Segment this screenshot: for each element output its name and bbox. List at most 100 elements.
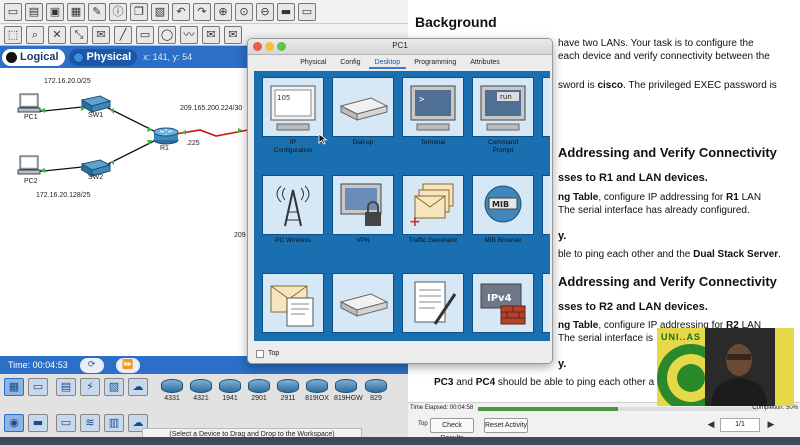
multiuser-category-icon[interactable]: ☁ bbox=[128, 378, 148, 396]
fast-forward-button[interactable]: ⏩ bbox=[115, 357, 140, 373]
step-heading-2: sses to R2 and LAN devices. bbox=[558, 301, 708, 313]
app-web-browser-partial[interactable] bbox=[542, 77, 550, 165]
next-page-icon[interactable]: ▶ bbox=[764, 418, 778, 432]
logical-view-icon bbox=[6, 51, 17, 63]
prev-page-icon[interactable]: ◀ bbox=[704, 418, 718, 432]
device-palette: ▦ ▭ ▤ ⚡ ▧ ☁ ◉ ▬ ▭ ≋ ▥ ☁ 4331 4321 1941 2… bbox=[0, 374, 408, 445]
activity-wizard-icon[interactable]: ✎ bbox=[88, 2, 106, 21]
save-icon[interactable]: ▣ bbox=[46, 2, 64, 21]
tab-logical[interactable]: Logical bbox=[2, 48, 65, 66]
tab-physical-label: Physical bbox=[86, 50, 132, 63]
app-partial-row2[interactable] bbox=[542, 175, 550, 263]
resize-icon[interactable]: ⤡ bbox=[70, 25, 88, 44]
app-partial-row3[interactable] bbox=[542, 273, 550, 341]
tab-config[interactable]: Config bbox=[334, 57, 366, 69]
sw1-label: SW1 bbox=[88, 112, 104, 119]
time-elapsed: Time Elapsed: 00:04:58 bbox=[410, 405, 474, 411]
sw1-device-icon[interactable] bbox=[80, 95, 112, 113]
open-folder-icon[interactable]: ▤ bbox=[25, 2, 43, 21]
pppoe-dialer-icon bbox=[332, 273, 394, 333]
always-on-top-checkbox[interactable] bbox=[256, 350, 264, 358]
app-firewall[interactable]: IPv4 bbox=[472, 273, 534, 341]
app-dial-up[interactable]: Dial-up bbox=[332, 77, 394, 165]
router-model-819iox[interactable]: 819IOX bbox=[305, 379, 329, 402]
app-text-editor[interactable] bbox=[402, 273, 464, 341]
components-category-icon[interactable]: ▤ bbox=[56, 378, 76, 396]
reset-activity-button[interactable]: Reset Activity bbox=[484, 418, 528, 433]
wireless-subcategory-icon[interactable]: ≋ bbox=[80, 414, 100, 432]
custom-device-icon[interactable]: ▭ bbox=[298, 2, 316, 21]
copy-icon[interactable]: ❐ bbox=[130, 2, 148, 21]
network-info-icon[interactable]: ⓘ bbox=[109, 2, 127, 21]
firewall-icon: IPv4 bbox=[472, 273, 534, 333]
pc1-titlebar[interactable]: PC1 bbox=[248, 39, 552, 55]
doc-top-checkbox-label[interactable]: Top bbox=[418, 421, 428, 427]
end-devices-category-icon[interactable]: ▭ bbox=[28, 378, 48, 396]
power-cycle-button[interactable]: ⟳ bbox=[79, 357, 104, 373]
connections-category-icon[interactable]: ⚡ bbox=[80, 378, 100, 396]
svg-text:105: 105 bbox=[277, 94, 290, 102]
tab-programming[interactable]: Programming bbox=[408, 57, 462, 69]
router-model-829[interactable]: 829 bbox=[364, 379, 388, 402]
palette-icon[interactable]: ▬ bbox=[277, 2, 295, 21]
app-mib-browser[interactable]: MIB MIB Browser bbox=[472, 175, 534, 263]
print-icon[interactable]: ▦ bbox=[67, 2, 85, 21]
tab-desktop[interactable]: Desktop bbox=[368, 57, 407, 69]
email-icon bbox=[262, 273, 324, 333]
mouse-cursor-icon bbox=[318, 133, 328, 145]
router-model-1941[interactable]: 1941 bbox=[218, 379, 242, 402]
zoom-out-icon[interactable]: ⊖ bbox=[256, 2, 274, 21]
freeform-icon[interactable]: 〰 bbox=[180, 25, 198, 44]
pc1-device-icon[interactable] bbox=[17, 93, 41, 113]
router-model-2911[interactable]: 2911 bbox=[276, 379, 300, 402]
serial-link bbox=[175, 129, 249, 137]
redo-icon[interactable]: ↷ bbox=[193, 2, 211, 21]
pc2-device-icon[interactable] bbox=[17, 155, 41, 175]
cursor-coordinates: x: 141, y: 54 bbox=[143, 52, 193, 62]
app-terminal[interactable]: > Terminal bbox=[402, 77, 464, 165]
app-vpn[interactable]: VPN bbox=[332, 175, 394, 263]
new-file-icon[interactable]: ▭ bbox=[4, 2, 22, 21]
network-devices-category-icon[interactable]: ▦ bbox=[4, 378, 24, 396]
svg-text:MIB: MIB bbox=[492, 200, 509, 209]
paste-icon[interactable]: ▧ bbox=[151, 2, 169, 21]
app-pppoe-dialer[interactable] bbox=[332, 273, 394, 341]
app-command-prompt[interactable]: run Command Prompt bbox=[472, 77, 534, 165]
complex-pdu-icon[interactable]: ✉ bbox=[224, 25, 242, 44]
note-icon[interactable]: ✉ bbox=[92, 25, 110, 44]
router-model-4331[interactable]: 4331 bbox=[160, 379, 184, 402]
check-results-button[interactable]: Check Results bbox=[430, 418, 474, 442]
draw-line-icon[interactable]: ╱ bbox=[114, 25, 132, 44]
app-pc-wireless[interactable]: PC Wireless bbox=[262, 175, 324, 263]
select-icon[interactable]: ⬚ bbox=[4, 25, 22, 44]
partial-app-icon bbox=[542, 175, 550, 235]
switches-subcategory-icon[interactable]: ▬ bbox=[28, 414, 48, 432]
zoom-reset-icon[interactable]: ⊙ bbox=[235, 2, 253, 21]
search-icon[interactable]: ⌕ bbox=[26, 25, 44, 44]
command-prompt-icon: run bbox=[472, 77, 534, 137]
misc-category-icon[interactable]: ▧ bbox=[104, 378, 124, 396]
delete-icon[interactable]: ✕ bbox=[48, 25, 66, 44]
app-ip-configuration[interactable]: 105 IP Configuration bbox=[262, 77, 324, 165]
app-email[interactable] bbox=[262, 273, 324, 341]
tab-physical[interactable]: Physical bbox=[68, 48, 138, 66]
undo-icon[interactable]: ↶ bbox=[172, 2, 190, 21]
ellipse-icon[interactable]: ◯ bbox=[158, 25, 176, 44]
security-subcategory-icon[interactable]: ▥ bbox=[104, 414, 124, 432]
add-pdu-icon[interactable]: ✉ bbox=[202, 25, 220, 44]
router-model-4321[interactable]: 4321 bbox=[189, 379, 213, 402]
tab-logical-label: Logical bbox=[20, 50, 59, 63]
zoom-in-icon[interactable]: ⊕ bbox=[214, 2, 232, 21]
webcam-overlay: UNI..AS bbox=[657, 328, 794, 406]
tab-physical[interactable]: Physical bbox=[294, 57, 332, 69]
serial-network-label: 209.165.200.224/30 bbox=[180, 105, 243, 112]
hubs-subcategory-icon[interactable]: ▭ bbox=[56, 414, 76, 432]
routers-subcategory-icon[interactable]: ◉ bbox=[4, 414, 24, 432]
router-model-2901[interactable]: 2901 bbox=[247, 379, 271, 402]
section-heading-2: Addressing and Verify Connectivity bbox=[558, 274, 777, 289]
r1-device-icon[interactable] bbox=[153, 127, 179, 145]
app-traffic-generator[interactable]: + Traffic Generator bbox=[402, 175, 464, 263]
router-model-819hgw[interactable]: 819HGW bbox=[334, 379, 363, 402]
rectangle-icon[interactable]: ▭ bbox=[136, 25, 154, 44]
tab-attributes[interactable]: Attributes bbox=[464, 57, 506, 69]
